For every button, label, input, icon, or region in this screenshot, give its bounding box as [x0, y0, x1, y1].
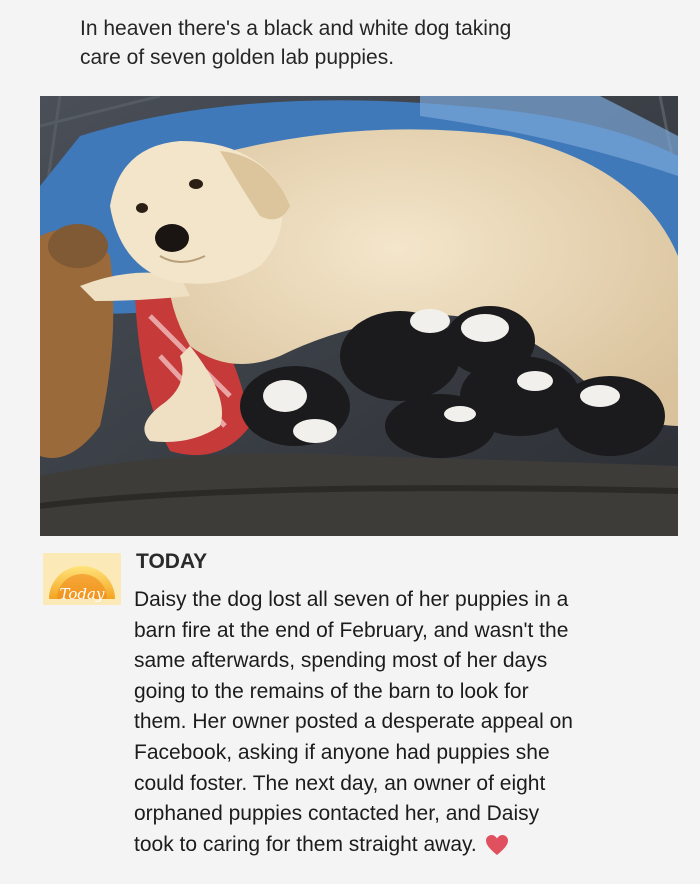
meme-caption: In heaven there's a black and white dog …	[80, 14, 640, 72]
post-last-line: took to caring for them straight away.	[134, 830, 674, 861]
today-sun-logo-icon: Today	[43, 553, 121, 605]
post-line: going to the remains of the barn to look…	[134, 679, 529, 703]
post-line: Facebook, asking if anyone had puppies s…	[134, 740, 550, 764]
post-line: them. Her owner posted a desperate appea…	[134, 710, 573, 734]
post-line: could foster. The next day, an owner of …	[134, 771, 546, 795]
post-body: Daisy the dog lost all seven of her pupp…	[134, 585, 674, 860]
dog-photo-illustration	[40, 96, 678, 536]
heart-icon	[485, 835, 508, 856]
post-line: took to caring for them straight away.	[134, 832, 477, 856]
post-source: TODAY	[136, 550, 208, 573]
post-line: barn fire at the end of February, and wa…	[134, 618, 569, 642]
caption-line: In heaven there's a black and white dog …	[80, 17, 512, 40]
post-line: same afterwards, spending most of her da…	[134, 649, 548, 673]
dog-photo	[40, 96, 678, 536]
post-line: orphaned puppies contacted her, and Dais…	[134, 802, 540, 826]
post-line: Daisy the dog lost all seven of her pupp…	[134, 588, 569, 611]
caption-line: care of seven golden lab puppies.	[80, 46, 395, 69]
logo-text: Today	[60, 585, 105, 603]
dog-nose	[155, 224, 189, 252]
today-logo: Today	[43, 553, 121, 605]
